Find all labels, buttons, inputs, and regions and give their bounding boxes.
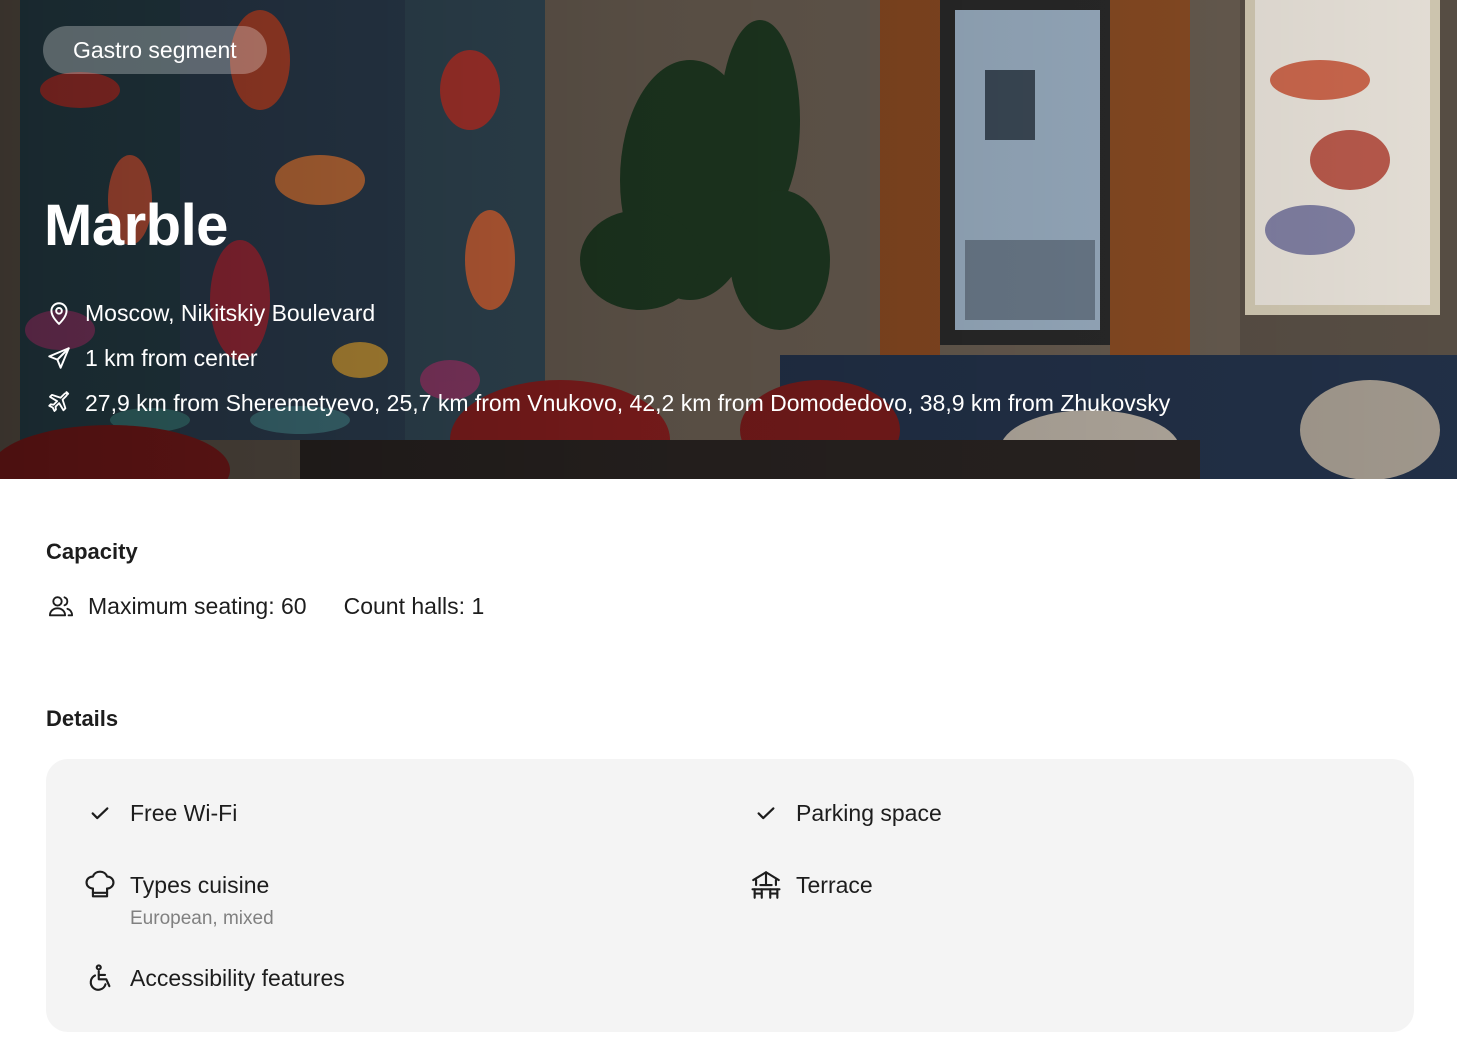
people-icon [46,591,76,621]
feature-types-cuisine: Types cuisine European, mixed [82,867,274,932]
airplane-icon [44,388,74,418]
count-halls-text: Count halls: 1 [343,592,485,619]
chef-hat-icon [82,867,118,903]
feature-label: Accessibility features [130,965,345,991]
location-pin-icon [44,298,74,328]
segment-badge: Gastro segment [43,26,267,74]
airports-text: 27,9 km from Sheremetyevo, 25,7 km from … [85,389,1171,416]
address-line: Moscow, Nikitskiy Boulevard [44,297,375,329]
center-distance-text: 1 km from center [85,344,258,371]
cuisine-types-value: European, mixed [130,908,274,929]
navigation-arrow-icon [44,343,74,373]
terrace-icon [748,867,784,903]
feature-accessibility: Accessibility features [82,960,345,996]
capacity-heading: Capacity [46,539,138,564]
feature-parking-space: Parking space [748,795,942,831]
feature-label: Parking space [796,800,942,826]
check-icon [748,795,784,831]
address-text: Moscow, Nikitskiy Boulevard [85,299,376,326]
feature-free-wifi: Free Wi-Fi [82,795,237,831]
restaurant-title: Marble [44,193,228,258]
hero-banner: Gastro segment Marble Moscow, Nikitskiy … [0,0,1457,479]
capacity-info: Maximum seating: 60 Count halls: 1 [46,590,484,622]
details-card: Free Wi-Fi Parking space Types cuisine E… [46,759,1414,1032]
feature-label: Free Wi-Fi [130,800,238,826]
feature-label: Terrace [796,872,873,898]
center-distance-line: 1 km from center [44,342,258,374]
feature-label: Types cuisine [130,872,270,898]
details-heading: Details [46,706,119,731]
airports-line: 27,9 km from Sheremetyevo, 25,7 km from … [44,387,1170,419]
feature-terrace: Terrace [748,867,873,903]
check-icon [82,795,118,831]
wheelchair-icon [82,960,118,996]
max-seating-text: Maximum seating: 60 [88,592,307,619]
